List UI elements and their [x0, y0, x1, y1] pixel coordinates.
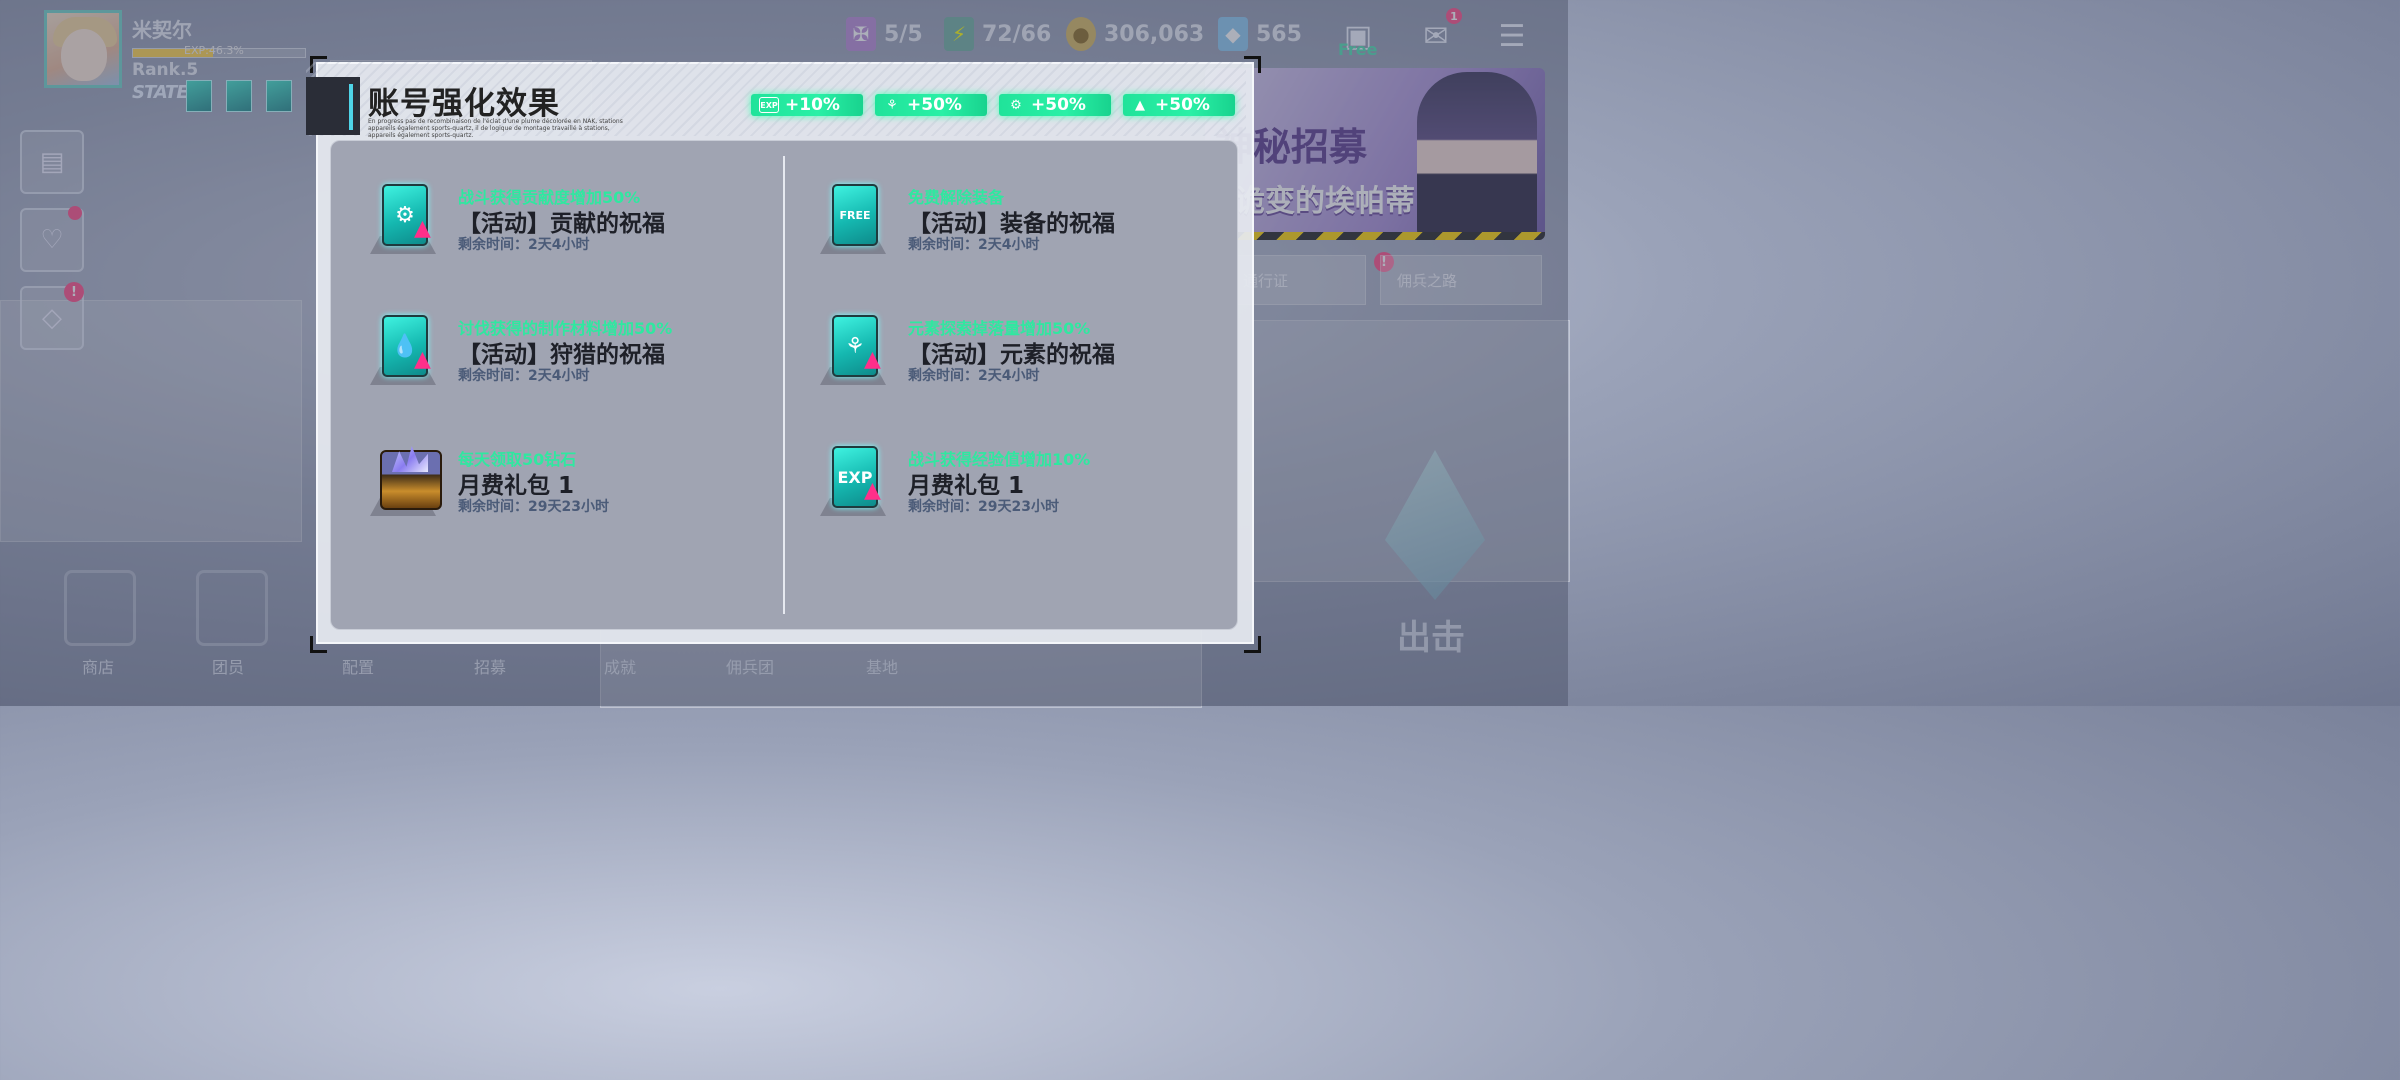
bonus-value: +50% — [907, 95, 962, 115]
up-arrow-icon: ▲ — [414, 347, 431, 372]
dialog-title: 账号强化效果 — [368, 86, 560, 122]
card-glyph: FREE — [832, 184, 878, 246]
triangle-icon: ▲ — [1135, 97, 1145, 113]
bonus-value: +10% — [785, 95, 840, 115]
panel-divider — [783, 156, 785, 614]
buff-name: 月费礼包 1 — [908, 473, 1025, 499]
bonus-contribution: ⚙ +50% — [999, 94, 1111, 116]
molecule-icon: ⚘ — [886, 97, 898, 113]
buff-remaining-time: 剩余时间：2天4小时 — [458, 237, 590, 253]
up-arrow-icon: ▲ — [864, 478, 881, 503]
treasure-chest-icon — [370, 446, 442, 520]
molecule-card-icon: ⚘ ▲ — [820, 315, 886, 389]
bonus-material: ▲ +50% — [1123, 94, 1235, 116]
buff-entry[interactable]: 每天领取50钻石 月费礼包 1 剩余时间：29天23小时 — [362, 446, 742, 536]
buff-name: 【活动】贡献的祝福 — [458, 211, 665, 237]
buff-name: 月费礼包 1 — [458, 473, 575, 499]
frame-corner — [310, 636, 327, 653]
chest-image — [380, 450, 442, 510]
bonus-value: +50% — [1031, 95, 1086, 115]
buff-remaining-time: 剩余时间：2天4小时 — [908, 237, 1040, 253]
exp-card-icon: EXP ▲ — [820, 446, 886, 520]
up-arrow-icon: ▲ — [864, 347, 881, 372]
buff-remaining-time: 剩余时间：2天4小时 — [458, 368, 590, 384]
droplet-card-icon: 💧 ▲ — [370, 315, 436, 389]
header-accent-bar — [349, 84, 353, 130]
buff-remaining-time: 剩余时间：29天23小时 — [458, 499, 609, 515]
bonus-value: +50% — [1155, 95, 1210, 115]
buff-entry[interactable]: 💧 ▲ 讨伐获得的制作材料增加50% 【活动】狩猎的祝福 剩余时间：2天4小时 — [362, 315, 742, 405]
buff-entry[interactable]: EXP ▲ 战斗获得经验值增加10% 月费礼包 1 剩余时间：29天23小时 — [812, 446, 1192, 536]
buff-entry[interactable]: ⚙ ▲ 战斗获得贡献度增加50% 【活动】贡献的祝福 剩余时间：2天4小时 — [362, 184, 742, 274]
buff-entry[interactable]: ⚘ ▲ 元素探索掉落量增加50% 【活动】元素的祝福 剩余时间：2天4小时 — [812, 315, 1192, 405]
buff-name: 【活动】狩猎的祝福 — [458, 342, 665, 368]
frame-corner — [1244, 56, 1261, 73]
buff-name: 【活动】装备的祝福 — [908, 211, 1115, 237]
gear-card-icon: ⚙ ▲ — [370, 184, 436, 258]
up-arrow-icon: ▲ — [414, 216, 431, 241]
buff-remaining-time: 剩余时间：29天23小时 — [908, 499, 1059, 515]
hanger-free-card-icon: FREE — [820, 184, 886, 258]
exp-icon: EXP — [759, 97, 779, 113]
bonus-exp: EXP +10% — [751, 94, 863, 116]
buff-name: 【活动】元素的祝福 — [908, 342, 1115, 368]
dialog-subtitle: En progress pas de recombinaison de l'éc… — [368, 118, 623, 139]
buff-remaining-time: 剩余时间：2天4小时 — [908, 368, 1040, 384]
frame-corner — [1244, 636, 1261, 653]
buff-entry[interactable]: FREE 免费解除装备 【活动】装备的祝福 剩余时间：2天4小时 — [812, 184, 1192, 274]
bonus-element: ⚘ +50% — [875, 94, 987, 116]
gear-icon: ⚙ — [1010, 97, 1022, 113]
